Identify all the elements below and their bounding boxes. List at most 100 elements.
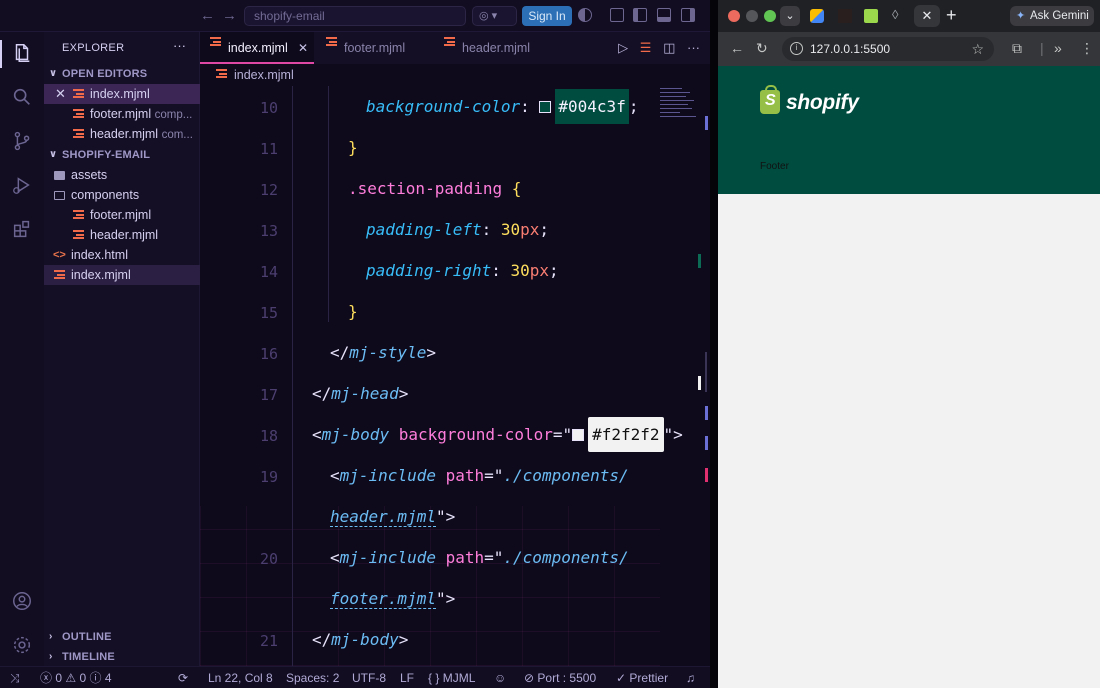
live-server-port[interactable]: ⊘ Port : 5500 [524,667,596,688]
new-tab-plus-icon[interactable]: + [946,5,957,26]
browser-window: ⌄ ◊ ✕ + ✦ Ask Gemini ← ↻ i 127.0.0.1:550… [718,0,1100,688]
tab-favicon-icon[interactable] [838,9,852,23]
sign-in-button[interactable]: Sign In [522,6,572,26]
tree-file-index-mjml[interactable]: index.mjml [44,265,200,285]
active-tab-close-icon[interactable]: ✕ [914,5,940,27]
search-icon[interactable] [11,86,33,108]
forward-arrow-icon[interactable]: → [222,7,237,24]
tree-file-index-html[interactable]: <> index.html [44,245,200,265]
indent-guide [328,86,329,322]
more-actions-icon[interactable]: ··· [173,38,186,53]
tree-folder-assets[interactable]: assets [44,165,200,185]
tab-favicon-green-icon[interactable] [864,9,878,23]
open-editor-index[interactable]: ✕ index.mjml [44,84,200,104]
browser-tabstrip: ⌄ ◊ ✕ + ✦ Ask Gemini [718,0,1100,32]
extensions-icon[interactable] [11,218,33,240]
explorer-files-icon[interactable] [11,42,33,64]
back-arrow-icon[interactable]: ← [200,7,215,24]
notifications-bell-icon[interactable]: ♫ [686,667,695,688]
code-line-17: </mj-head> [312,384,409,403]
chevron-down-icon: ∨ [49,149,58,160]
extensions-puzzle-icon[interactable]: ⧉ [1012,40,1022,57]
site-info-icon[interactable]: i [790,42,803,55]
google-ads-favicon-icon[interactable] [810,9,824,23]
tree-file-header[interactable]: header.mjml [44,225,200,245]
indentation[interactable]: Spaces: 2 [286,667,339,688]
code-line-16: </mj-style> [330,343,436,362]
open-editors-section[interactable]: ∨ OPEN EDITORS [48,65,200,83]
mjml-file-icon [444,37,455,46]
tree-file-footer[interactable]: footer.mjml [44,205,200,225]
cursor-position[interactable]: Ln 22, Col 8 [208,667,273,688]
accounts-icon[interactable] [578,8,592,22]
outline-section[interactable]: › OUTLINE [48,628,200,646]
color-swatch[interactable] [572,429,585,441]
scroll-marker [705,406,708,420]
line-number: 20 [259,550,278,568]
prettier-status[interactable]: ✓ Prettier [616,667,668,688]
minimap[interactable] [660,86,698,126]
line-number: 15 [259,304,278,322]
toggle-secondary-sidebar-icon[interactable] [681,8,695,22]
mjml-file-icon [210,37,221,46]
project-section[interactable]: ∨ SHOPIFY-EMAIL [48,146,200,164]
code-line-18: <mj-body background-color=" #f2f2f2 "> [312,417,683,452]
tab-index-mjml[interactable]: index.mjml ✕ [200,32,314,64]
ask-gemini-button[interactable]: ✦ Ask Gemini [1010,6,1094,26]
chevron-double-right-icon[interactable]: » [1054,40,1062,56]
address-bar[interactable]: i 127.0.0.1:5500 ☆ [782,37,994,61]
sync-icon[interactable]: ⟳ [178,667,188,688]
tab-header-mjml[interactable]: header.mjml [434,32,554,64]
language-mode[interactable]: { } MJML [428,667,475,688]
code-line-10: background-color: #004c3f; [366,89,638,124]
run-debug-icon[interactable] [11,174,33,196]
reload-icon[interactable]: ↻ [756,40,768,57]
back-arrow-icon[interactable]: ← [730,40,744,56]
close-editor-icon[interactable]: ✕ [55,84,66,104]
scrollbar-thumb[interactable] [705,352,707,392]
customize-layout-icon[interactable] [610,8,624,22]
copilot-status-icon[interactable]: ☺ [494,667,506,688]
split-editor-icon[interactable]: ◫ [663,40,675,55]
editor-tabs: index.mjml ✕ footer.mjml header.mjml ▷ ☰… [200,32,710,64]
command-center-search[interactable]: shopify-email [244,6,466,26]
open-editor-footer[interactable]: footer.mjml comp... [44,104,200,124]
close-tab-icon[interactable]: ✕ [298,32,308,64]
mjml-preview-icon[interactable]: ☰ [640,40,652,55]
end-of-line[interactable]: LF [400,667,414,688]
braces-icon: { } [428,671,440,685]
bookmark-star-icon[interactable]: ☆ [971,37,984,61]
explorer-title: EXPLORER [62,42,125,54]
tab-search-chevron-icon[interactable]: ⌄ [780,6,800,26]
active-view-indicator [0,40,2,68]
toggle-panel-icon[interactable] [657,8,671,22]
tree-folder-components[interactable]: components [44,185,200,205]
remote-icon[interactable]: ⤨ [10,667,20,688]
kebab-menu-icon[interactable]: ⋮ [1080,40,1094,57]
copilot-button[interactable]: ◎ ▾ [472,6,517,26]
settings-gear-icon[interactable] [11,634,33,656]
toggle-primary-sidebar-icon[interactable] [633,8,647,22]
color-swatch[interactable] [539,101,552,113]
source-control-icon[interactable] [11,130,33,152]
encoding[interactable]: UTF-8 [352,667,386,688]
code-editor[interactable]: 10 background-color: #004c3f; 11 } 12 .s… [200,86,710,666]
maximize-window-button[interactable] [764,10,776,22]
line-number: 16 [259,345,278,363]
close-window-button[interactable] [728,10,740,22]
run-icon[interactable]: ▷ [618,40,628,55]
minimize-window-button[interactable] [746,10,758,22]
open-editor-header[interactable]: header.mjml com... [44,124,200,144]
problems-status[interactable]: ⓧ 0 ⚠ 0 ⓘ 4 [40,667,112,688]
broadcast-icon: ⊘ [524,671,535,685]
breadcrumb[interactable]: index.mjml [200,64,710,86]
code-line-19: <mj-include path="./components/ [330,466,629,485]
code-line-21: </mj-body> [312,630,409,649]
tab-favicon-drop-icon[interactable]: ◊ [892,7,906,22]
scroll-marker [705,468,708,482]
account-icon[interactable] [11,590,33,612]
code-line-12: .section-padding { [348,179,522,198]
timeline-section[interactable]: › TIMELINE [48,648,200,666]
more-actions-icon[interactable]: ··· [687,40,700,55]
tab-footer-mjml[interactable]: footer.mjml [316,32,432,64]
